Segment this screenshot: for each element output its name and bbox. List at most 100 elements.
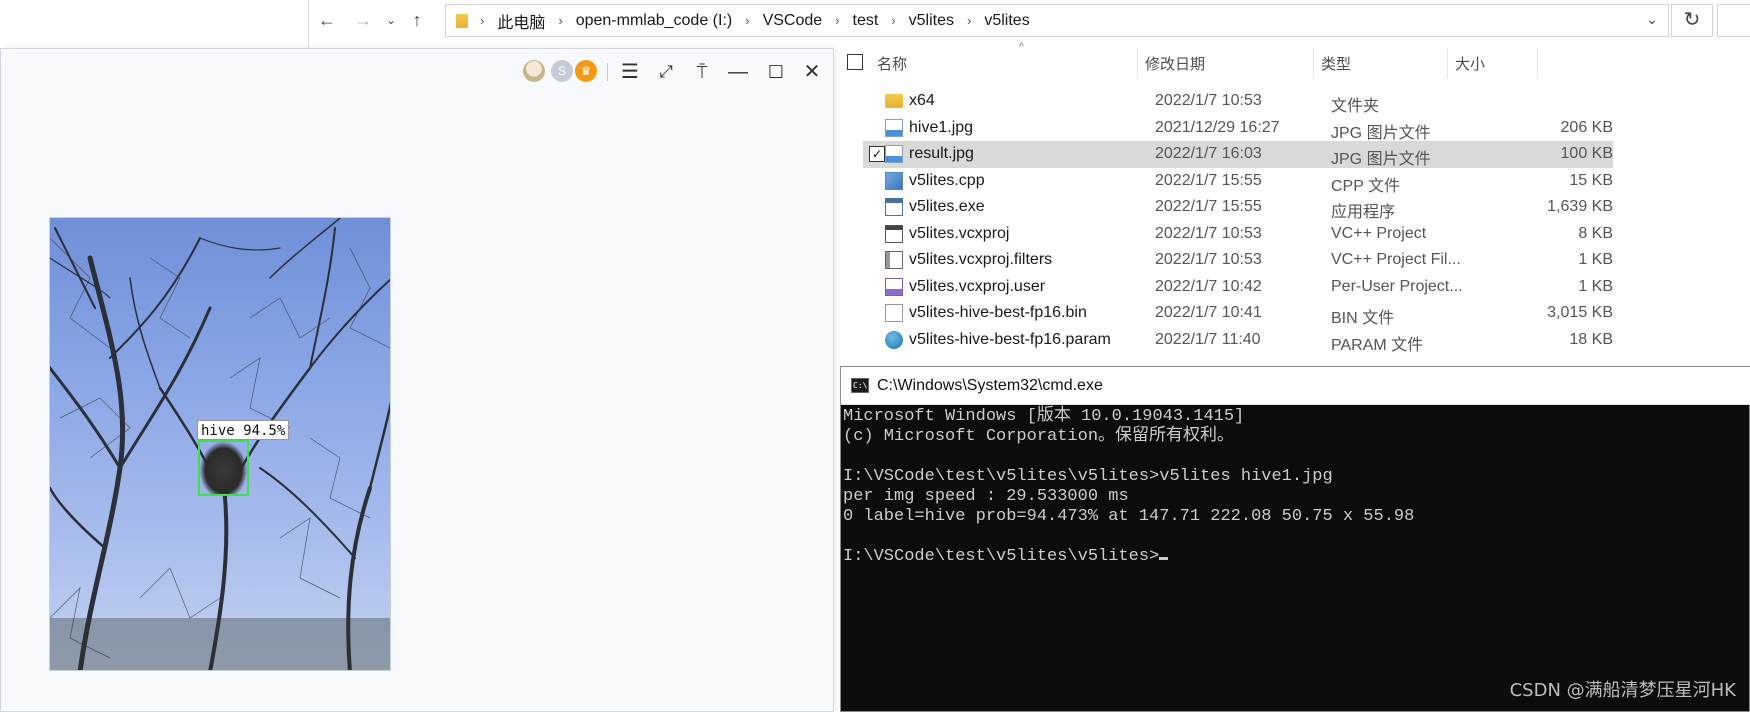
file-row[interactable]: ✓ result.jpg 2022/1/7 16:03 JPG 图片文件 100 KB bbox=[863, 141, 1613, 168]
desktop: ← → ⌄ ↑ › 此电脑 › open-mmlab_code (I:) › V… bbox=[0, 0, 1750, 712]
chevron-down-icon[interactable]: ⌄ bbox=[1646, 11, 1658, 28]
shield-icon[interactable]: S bbox=[551, 60, 573, 82]
pin-icon[interactable]: ⍑ bbox=[689, 59, 715, 85]
address-bar[interactable]: › 此电脑 › open-mmlab_code (I:) › VSCode › … bbox=[445, 4, 1669, 37]
file-size: 100 KB bbox=[1560, 145, 1613, 162]
breadcrumb-item[interactable]: v5lites bbox=[909, 12, 954, 30]
file-size: 206 KB bbox=[1560, 118, 1613, 136]
cmd-title-bar[interactable]: C:\ C:\Windows\System32\cmd.exe bbox=[841, 367, 1750, 405]
menu-icon[interactable]: ☰ bbox=[617, 59, 643, 85]
file-type: VC++ Project bbox=[1331, 224, 1427, 242]
column-header-size[interactable]: 大小 bbox=[1455, 53, 1485, 74]
viewer-toolbar: S ♛ ☰ ⤢ ⍑ — ☐ ✕ bbox=[1, 49, 835, 93]
detection-label: hive 94.5% bbox=[197, 420, 290, 440]
refresh-button[interactable]: ↻ bbox=[1671, 4, 1713, 37]
breadcrumb-item[interactable]: 此电脑 bbox=[497, 9, 545, 33]
breadcrumb-item[interactable]: VSCode bbox=[763, 12, 823, 30]
column-divider[interactable] bbox=[1447, 48, 1448, 78]
column-divider[interactable] bbox=[1137, 48, 1138, 78]
file-name: v5lites.cpp bbox=[909, 171, 985, 189]
file-modified: 2021/12/29 16:27 bbox=[1155, 118, 1280, 136]
file-size: 1 KB bbox=[1578, 251, 1613, 268]
file-type: PARAM 文件 bbox=[1331, 336, 1424, 354]
avatar[interactable] bbox=[523, 60, 545, 82]
file-modified: 2022/1/7 15:55 bbox=[1155, 171, 1262, 189]
breadcrumb-item[interactable]: open-mmlab_code (I:) bbox=[576, 12, 733, 30]
column-header-name[interactable]: 名称 bbox=[877, 53, 907, 74]
console-line: I:\VSCode\test\v5lites\v5lites>v5lites h… bbox=[843, 467, 1333, 486]
image-viewer-window: S ♛ ☰ ⤢ ⍑ — ☐ ✕ hive 94.5% bbox=[0, 48, 834, 712]
column-header-type[interactable]: 类型 bbox=[1321, 53, 1351, 74]
folder-icon bbox=[885, 94, 903, 108]
column-header-modified[interactable]: 修改日期 bbox=[1145, 53, 1205, 74]
file-row[interactable]: v5lites.vcxproj 2022/1/7 10:53 VC++ Projec… bbox=[863, 221, 1613, 248]
address-bar-row: ← → ⌄ ↑ › 此电脑 › open-mmlab_code (I:) › V… bbox=[309, 0, 1750, 40]
file-modified: 2022/1/7 10:41 bbox=[1155, 304, 1262, 321]
file-modified: 2022/1/7 10:42 bbox=[1155, 277, 1262, 295]
file-type: 文件夹 bbox=[1331, 98, 1380, 115]
console-line: (c) Microsoft Corporation。保留所有权利。 bbox=[843, 427, 1235, 446]
console-line: 0 label=hive prob=94.473% at 147.71 222.… bbox=[843, 507, 1415, 526]
minimize-icon[interactable]: — bbox=[725, 59, 751, 85]
file-row[interactable]: v5lites.exe 2022/1/7 15:55 应用程序 1,639 KB bbox=[863, 194, 1613, 221]
watermark: CSDN @满船清梦压星河HK bbox=[1509, 680, 1736, 701]
file-name: v5lites.vcxproj bbox=[909, 224, 1010, 242]
up-arrow-icon[interactable]: ↑ bbox=[405, 8, 429, 32]
file-type: VC++ Project Fil... bbox=[1331, 251, 1461, 268]
chevron-right-icon[interactable]: › bbox=[558, 13, 562, 28]
chevron-right-icon[interactable]: › bbox=[891, 13, 895, 28]
close-icon[interactable]: ✕ bbox=[799, 59, 825, 85]
cpp-file-icon bbox=[885, 171, 903, 190]
select-all-checkbox[interactable] bbox=[847, 54, 863, 70]
file-modified: 2022/1/7 11:40 bbox=[1155, 330, 1261, 348]
exe-file-icon bbox=[885, 198, 903, 216]
file-row[interactable]: v5lites.vcxproj.user 2022/1/7 10:42 Per-Us… bbox=[863, 274, 1613, 301]
chevron-right-icon[interactable]: › bbox=[835, 13, 839, 28]
bin-file-icon bbox=[885, 304, 903, 322]
row-checkbox[interactable]: ✓ bbox=[869, 146, 885, 162]
file-row[interactable]: v5lites-hive-best-fp16.param 2022/1/7 11:… bbox=[863, 327, 1613, 354]
chevron-right-icon: › bbox=[480, 13, 485, 28]
file-type: Per-User Project... bbox=[1331, 277, 1463, 295]
file-modified: 2022/1/7 10:53 bbox=[1155, 251, 1262, 268]
file-name: v5lites.exe bbox=[909, 198, 985, 215]
chevron-right-icon[interactable]: › bbox=[967, 13, 971, 28]
file-modified: 2022/1/7 16:03 bbox=[1155, 145, 1262, 162]
cmd-icon: C:\ bbox=[851, 378, 869, 393]
column-header-row: 名称 ^ 修改日期 类型 大小 bbox=[847, 42, 1683, 80]
file-row[interactable]: v5lites.vcxproj.filters 2022/1/7 10:53 VC+… bbox=[863, 247, 1613, 274]
file-modified: 2022/1/7 15:55 bbox=[1155, 198, 1262, 215]
column-divider[interactable] bbox=[1537, 48, 1538, 78]
toolbar-divider bbox=[607, 63, 608, 81]
chevron-right-icon[interactable]: › bbox=[745, 13, 749, 28]
fullscreen-icon[interactable]: ⤢ bbox=[653, 59, 679, 85]
file-row[interactable]: hive1.jpg 2021/12/29 16:27 JPG 图片文件 206 KB bbox=[863, 115, 1613, 142]
recent-locations-chevron-icon[interactable]: ⌄ bbox=[379, 8, 403, 32]
file-type: 应用程序 bbox=[1331, 204, 1396, 221]
param-file-icon bbox=[885, 330, 903, 349]
file-type: CPP 文件 bbox=[1331, 177, 1401, 195]
file-size: 1,639 KB bbox=[1547, 198, 1613, 215]
file-name: x64 bbox=[909, 92, 935, 109]
vcxproj-file-icon bbox=[885, 224, 903, 243]
breadcrumb-item[interactable]: test bbox=[853, 12, 879, 30]
back-arrow-icon[interactable]: ← bbox=[315, 8, 339, 32]
console-line: per img speed : 29.533000 ms bbox=[843, 487, 1129, 506]
forward-arrow-icon[interactable]: → bbox=[351, 8, 375, 32]
file-row[interactable]: v5lites.cpp 2022/1/7 15:55 CPP 文件 15 KB bbox=[863, 168, 1613, 195]
search-box[interactable] bbox=[1717, 4, 1750, 37]
column-divider[interactable] bbox=[1313, 48, 1314, 78]
crown-icon[interactable]: ♛ bbox=[575, 60, 597, 82]
console-output[interactable]: Microsoft Windows [版本 10.0.19043.1415] (c… bbox=[843, 407, 1749, 567]
file-type: JPG 图片文件 bbox=[1331, 124, 1431, 142]
file-row[interactable]: x64 2022/1/7 10:53 文件夹 bbox=[863, 88, 1613, 115]
breadcrumb-item[interactable]: v5lites bbox=[984, 12, 1029, 30]
file-row[interactable]: v5lites-hive-best-fp16.bin 2022/1/7 10:41… bbox=[863, 300, 1613, 327]
file-name: v5lites-hive-best-fp16.bin bbox=[909, 304, 1087, 321]
file-name: v5lites.vcxproj.filters bbox=[909, 251, 1053, 268]
maximize-icon[interactable]: ☐ bbox=[763, 59, 789, 85]
file-size: 18 KB bbox=[1569, 330, 1613, 348]
file-name: hive1.jpg bbox=[909, 118, 974, 136]
